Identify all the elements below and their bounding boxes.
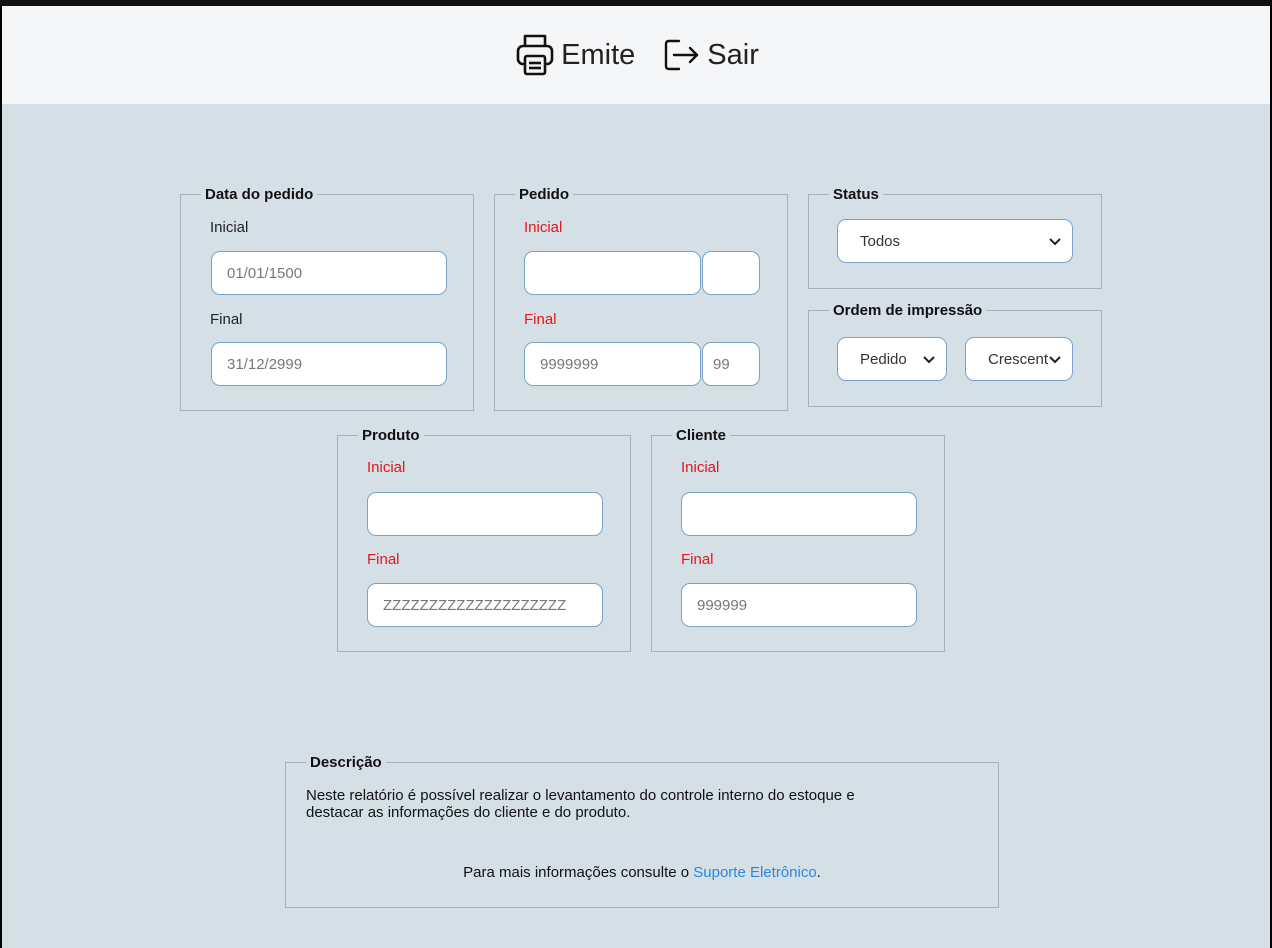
order-initial-label: Inicial	[524, 219, 563, 236]
description-line-1: Neste relatório é possível realizar o le…	[306, 787, 855, 804]
client-legend: Cliente	[676, 427, 727, 444]
product-final-label: Final	[367, 551, 400, 568]
chevron-down-icon	[923, 356, 935, 364]
print-order-field-select[interactable]: Pedido	[837, 337, 947, 381]
order-final-input[interactable]	[524, 342, 701, 386]
exit-label: Sair	[707, 38, 759, 71]
support-suffix: .	[816, 864, 821, 881]
description-group: Descrição	[285, 754, 999, 908]
order-initial-input[interactable]	[524, 251, 701, 295]
order-final-label: Final	[524, 311, 557, 328]
order-final-suffix-input[interactable]	[702, 342, 760, 386]
status-selected-value: Todos	[860, 232, 901, 250]
order-date-initial-input[interactable]	[211, 251, 447, 295]
order-date-final-input[interactable]	[211, 342, 447, 386]
toolbar: Emite Sair	[2, 2, 1272, 104]
product-legend: Produto	[362, 427, 420, 444]
order-date-final-label: Final	[210, 311, 243, 328]
client-initial-input[interactable]	[681, 492, 917, 536]
order-date-initial-label: Inicial	[210, 219, 249, 236]
order-date-legend: Data do pedido	[205, 186, 314, 203]
exit-button[interactable]: Sair	[663, 37, 759, 73]
logout-icon	[663, 37, 701, 73]
print-order-legend: Ordem de impressão	[833, 302, 983, 319]
product-initial-input[interactable]	[367, 492, 603, 536]
chevron-down-icon	[1049, 356, 1061, 364]
client-final-input[interactable]	[681, 583, 917, 627]
print-order-direction-select[interactable]: Crescente	[965, 337, 1073, 381]
description-legend: Descrição	[310, 754, 382, 771]
description-text: Neste relatório é possível realizar o le…	[306, 787, 986, 821]
emit-button[interactable]: Emite	[515, 32, 635, 78]
printer-icon	[515, 32, 555, 78]
support-prefix: Para mais informações consulte o	[463, 864, 694, 881]
print-order-direction-value: Crescente	[988, 350, 1048, 368]
emit-label: Emite	[561, 38, 636, 71]
status-legend: Status	[833, 186, 879, 203]
status-select[interactable]: Todos	[837, 219, 1073, 263]
window-top-border	[0, 0, 1272, 4]
description-line-2: destacar as informações do cliente e do …	[306, 804, 631, 821]
order-initial-suffix-input[interactable]	[702, 251, 760, 295]
support-link[interactable]: Suporte Eletrônico	[693, 864, 816, 881]
support-text: Para mais informações consulte o Suporte…	[285, 864, 999, 881]
product-initial-label: Inicial	[367, 459, 406, 476]
client-initial-label: Inicial	[681, 459, 720, 476]
chevron-down-icon	[1049, 238, 1061, 246]
product-final-input[interactable]	[367, 583, 603, 627]
client-final-label: Final	[681, 551, 714, 568]
print-order-field-value: Pedido	[860, 350, 907, 368]
order-legend: Pedido	[519, 186, 570, 203]
